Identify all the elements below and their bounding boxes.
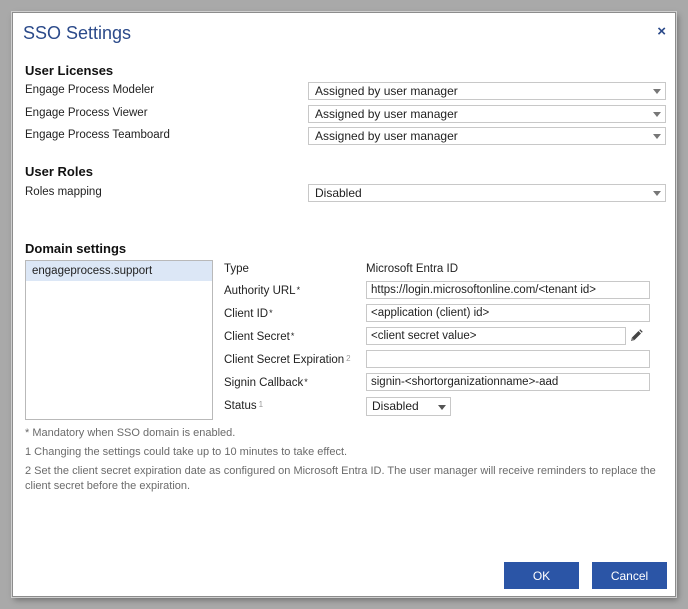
chevron-down-icon <box>653 112 661 117</box>
note-1: 1 Changing the settings could take up to… <box>25 446 348 458</box>
viewer-license-value: Assigned by user manager <box>315 107 458 121</box>
authority-url-input[interactable]: https://login.microsoftonline.com/<tenan… <box>366 281 650 299</box>
client-secret-input[interactable]: <client secret value> <box>366 327 626 345</box>
signin-callback-input[interactable]: signin-<shortorganizationname>-aad <box>366 373 650 391</box>
pencil-edit-icon[interactable] <box>629 329 643 343</box>
dialog-title: SSO Settings <box>23 23 132 43</box>
cancel-button[interactable]: Cancel <box>592 562 667 589</box>
roles-mapping-label: Roles mapping <box>25 186 102 198</box>
client-id-input[interactable]: <application (client) id> <box>366 304 650 322</box>
required-mark: * <box>290 331 295 341</box>
client-secret-label: Client Secret* <box>224 331 294 343</box>
client-secret-expiration-label: Client Secret Expiration 2 <box>224 354 351 366</box>
user-roles-heading: User Roles <box>25 164 93 179</box>
note-2: 2 Set the client secret expiration date … <box>25 465 656 492</box>
roles-mapping-select[interactable]: Disabled <box>308 184 666 202</box>
mandatory-note: * Mandatory when SSO domain is enabled. <box>25 427 236 439</box>
viewer-license-label: Engage Process Viewer <box>25 107 148 119</box>
signin-callback-label-text: Signin Callback <box>224 377 304 389</box>
status-select[interactable]: Disabled <box>366 397 451 416</box>
chevron-down-icon <box>653 134 661 139</box>
domain-list[interactable]: engageprocess.support <box>25 260 213 420</box>
status-label-text: Status <box>224 400 257 412</box>
teamboard-license-select[interactable]: Assigned by user manager <box>308 127 666 145</box>
signin-callback-label: Signin Callback* <box>224 377 308 389</box>
sso-settings-dialog: SSO Settings × User Licenses Engage Proc… <box>12 12 676 597</box>
domain-list-item[interactable]: engageprocess.support <box>26 261 212 281</box>
user-licenses-heading: User Licenses <box>25 63 114 78</box>
status-value: Disabled <box>372 399 419 413</box>
authority-url-label: Authority URL* <box>224 285 300 297</box>
close-icon[interactable]: × <box>657 23 666 40</box>
client-id-label: Client ID* <box>224 308 273 320</box>
required-mark: * <box>296 285 301 295</box>
ok-button[interactable]: OK <box>504 562 579 589</box>
client-secret-expiration-label-text: Client Secret Expiration <box>224 354 345 366</box>
client-secret-expiration-input[interactable] <box>366 350 650 368</box>
footnote-2-mark: 2 <box>346 354 351 363</box>
chevron-down-icon <box>653 191 661 196</box>
authority-url-label-text: Authority URL <box>224 285 296 297</box>
type-label: Type <box>224 263 249 275</box>
chevron-down-icon <box>438 405 446 410</box>
modeler-license-select[interactable]: Assigned by user manager <box>308 82 666 100</box>
client-id-label-text: Client ID <box>224 308 269 320</box>
chevron-down-icon <box>653 89 661 94</box>
domain-settings-heading: Domain settings <box>25 241 127 256</box>
roles-mapping-value: Disabled <box>315 186 362 200</box>
teamboard-license-label: Engage Process Teamboard <box>25 129 170 141</box>
modeler-license-label: Engage Process Modeler <box>25 84 155 96</box>
teamboard-license-value: Assigned by user manager <box>315 129 458 143</box>
required-mark: * <box>304 377 308 387</box>
status-label: Status 1 <box>224 400 263 412</box>
required-mark: * <box>269 308 273 318</box>
client-secret-label-text: Client Secret <box>224 331 290 343</box>
modeler-license-value: Assigned by user manager <box>315 84 458 98</box>
footnote-1-mark: 1 <box>258 400 264 409</box>
type-value: Microsoft Entra ID <box>366 263 459 275</box>
viewer-license-select[interactable]: Assigned by user manager <box>308 105 666 123</box>
